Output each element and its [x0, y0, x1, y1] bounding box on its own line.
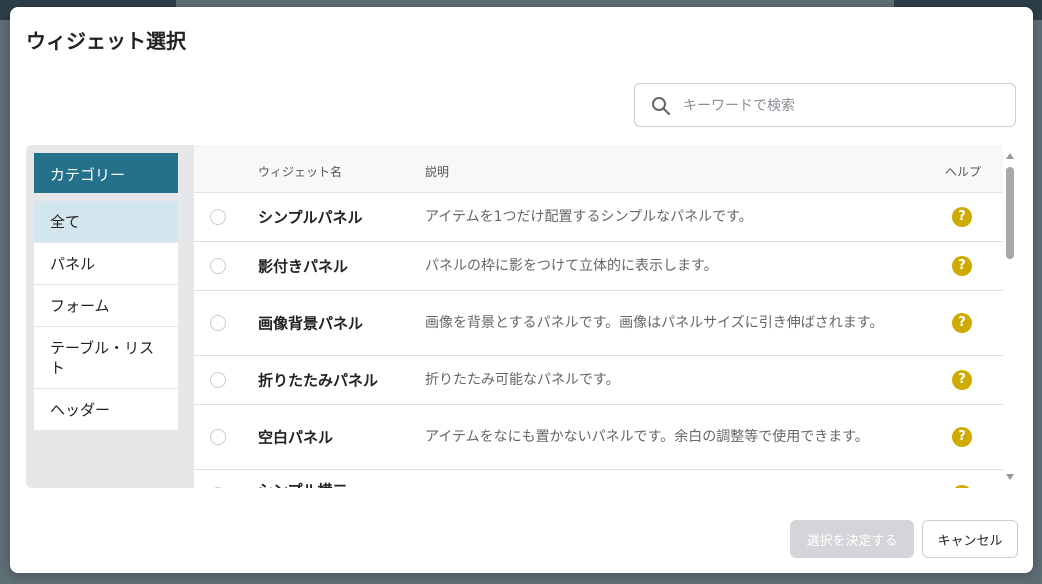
category-header: カテゴリー [34, 153, 178, 193]
cancel-button[interactable]: キャンセル [922, 520, 1018, 558]
widget-description: アイテムを1つだけ配置するシンプルなパネルです。 [425, 209, 753, 225]
widget-select-dialog: ウィジェット選択 カテゴリー 全て パネル フォーム テーブル・リスト ヘッダー… [10, 7, 1033, 573]
table-row[interactable]: 折りたたみパネル 折りたたみ可能なパネルです。 ? [194, 356, 1003, 405]
widget-description: 画像を背景とするパネルです。画像はパネルサイズに引き伸ばされます。 [425, 315, 884, 331]
search-icon [652, 97, 671, 116]
category-item-table-list[interactable]: テーブル・リスト [34, 327, 178, 389]
dialog-title: ウィジェット選択 [26, 29, 186, 53]
confirm-selection-button[interactable]: 選択を決定する [790, 520, 914, 558]
help-icon[interactable]: ? [952, 370, 972, 390]
widget-description: パネルの枠に影をつけて立体的に表示します。 [425, 258, 718, 274]
category-item-header[interactable]: ヘッダー [34, 389, 178, 431]
select-radio[interactable] [210, 209, 226, 225]
widget-description: アイテムをなにも置かないパネルです。余白の調整等で使用できます。 [425, 429, 869, 445]
table-row[interactable]: 空白パネル アイテムをなにも置かないパネルです。余白の調整等で使用できます。 ? [194, 405, 1003, 470]
select-radio[interactable] [210, 486, 226, 488]
category-item-all[interactable]: 全て [34, 201, 178, 243]
column-header-description: 説明 [425, 165, 450, 179]
table-row[interactable]: 画像背景パネル 画像を背景とするパネルです。画像はパネルサイズに引き伸ばされます… [194, 291, 1003, 356]
help-icon[interactable]: ? [952, 313, 972, 333]
widget-table: ウィジェット名 説明 ヘルプ シンプルパネル アイテムを1つだけ配置するシンプル… [194, 145, 1017, 488]
widget-name: 折りたたみパネル [258, 371, 379, 390]
category-item-form[interactable]: フォーム [34, 285, 178, 327]
column-header-name: ウィジェット名 [258, 165, 343, 179]
select-radio[interactable] [210, 315, 226, 331]
table-row[interactable]: シンプルパネル アイテムを1つだけ配置するシンプルなパネルです。 ? [194, 193, 1003, 242]
scrollbar-thumb[interactable] [1006, 167, 1014, 259]
help-icon[interactable]: ? [952, 484, 972, 488]
select-radio[interactable] [210, 372, 226, 388]
category-item-panel[interactable]: パネル [34, 243, 178, 285]
widget-name: 影付きパネル [258, 257, 349, 276]
widget-name: 空白パネル [258, 428, 334, 447]
help-icon[interactable]: ? [952, 427, 972, 447]
table-row[interactable]: 影付きパネル パネルの枠に影をつけて立体的に表示します。 ? [194, 242, 1003, 291]
category-list: 全て パネル フォーム テーブル・リスト ヘッダー [34, 201, 178, 431]
table-row[interactable]: シンプル横二 ? [194, 470, 1003, 488]
widget-name: シンプル横二 [258, 480, 348, 489]
widget-panel: カテゴリー 全て パネル フォーム テーブル・リスト ヘッダー ウィジェット名 … [26, 145, 1017, 488]
column-header-help: ヘルプ [945, 165, 982, 179]
widget-description: 折りたたみ可能なパネルです。 [425, 372, 620, 388]
select-radio[interactable] [210, 429, 226, 445]
search-box[interactable] [634, 83, 1016, 128]
search-input[interactable] [681, 84, 1005, 128]
help-icon[interactable]: ? [952, 256, 972, 276]
widget-name: 画像背景パネル [258, 314, 364, 333]
help-icon[interactable]: ? [952, 207, 972, 227]
select-radio[interactable] [210, 258, 226, 274]
vertical-scrollbar[interactable] [1003, 145, 1017, 488]
table-header: ウィジェット名 説明 ヘルプ [194, 145, 1003, 193]
widget-name: シンプルパネル [258, 208, 363, 227]
scroll-up-arrow-icon[interactable] [1006, 153, 1014, 159]
scroll-down-arrow-icon[interactable] [1006, 474, 1014, 480]
table-body: シンプルパネル アイテムを1つだけ配置するシンプルなパネルです。 ? 影付きパネ… [194, 193, 1003, 488]
